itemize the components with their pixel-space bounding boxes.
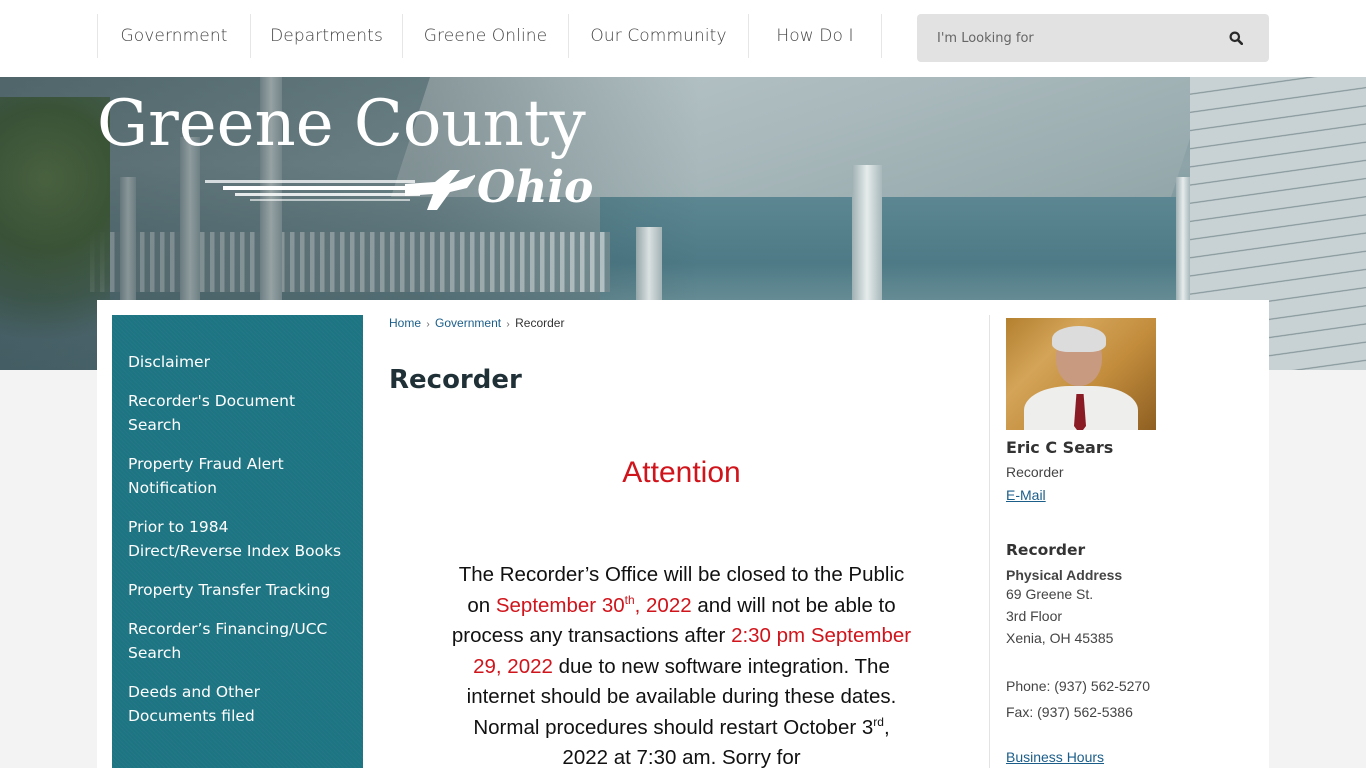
sidebar-item-fraud-alert[interactable]: Property Fraud Alert Notification [112,452,363,500]
notice-heading: Attention [622,456,741,489]
closure-notice: Attention The Recorder’s Office will be … [389,450,974,768]
nav-our-community[interactable]: Our Community [568,14,748,58]
page-title: Recorder [389,365,522,395]
sidebar-nav: Disclaimer Recorder's Document Search Pr… [112,315,363,768]
nav-departments[interactable]: Departments [250,14,402,58]
breadcrumb-separator: › [426,319,430,330]
notice-date-year: , 2022 [634,593,692,617]
breadcrumb: Home › Government › Recorder [389,316,564,330]
notice-body: The Recorder’s Office will be closed to … [389,560,974,768]
breadcrumb-separator: › [506,319,510,330]
sidebar-item-disclaimer[interactable]: Disclaimer [112,350,363,374]
nav-government[interactable]: Government [97,14,250,58]
fax-number: Fax: (937) 562-5386 [1006,704,1133,720]
recorder-photo [1006,318,1156,430]
sidebar-item-index-books[interactable]: Prior to 1984 Direct/Reverse Index Books [112,515,363,563]
phone-fax-block: Phone: (937) 562-5270 Fax: (937) 562-538… [1006,673,1256,725]
notice-restart-sup: rd [873,714,884,729]
site-search [917,14,1269,62]
search-input[interactable] [917,14,1203,62]
sidebar-item-transfer-tracking[interactable]: Property Transfer Tracking [112,578,363,602]
sidebar-item-ucc-search[interactable]: Recorder’s Financing/UCC Search [112,617,363,665]
breadcrumb-government[interactable]: Government [435,316,501,330]
email-link[interactable]: E-Mail [1006,487,1046,503]
nav-how-do-i[interactable]: How Do I [748,14,882,58]
logo-title: Greene County [97,87,586,161]
logo-subtitle: Ohio [477,162,594,213]
column-divider [989,315,990,768]
search-icon [1229,31,1243,45]
address-label: Physical Address [1006,567,1123,583]
sidebar-item-document-search[interactable]: Recorder's Document Search [112,389,363,437]
address-line: 3rd Floor [1006,608,1063,624]
top-bar: Government Departments Greene Online Our… [0,0,1366,77]
site-logo[interactable]: Greene County Ohio [97,87,593,213]
notice-date-sup: th [624,592,635,607]
sidebar-item-deeds[interactable]: Deeds and Other Documents filed [112,680,363,728]
contact-name: Eric C Sears [1006,438,1114,457]
business-hours-link[interactable]: Business Hours [1006,749,1104,765]
contact-sidebar: Eric C Sears Recorder E-Mail Recorder Ph… [1006,318,1256,767]
breadcrumb-home[interactable]: Home [389,316,421,330]
phone-number: Phone: (937) 562-5270 [1006,678,1150,694]
breadcrumb-current: Recorder [515,316,565,330]
contact-title: Recorder [1006,464,1064,480]
search-button[interactable] [1203,14,1269,62]
notice-date-closed: September 30th, 2022 [496,594,692,617]
nav-greene-online[interactable]: Greene Online [402,14,568,58]
content-panel: Disclaimer Recorder's Document Search Pr… [97,300,1269,768]
address-line: Xenia, OH 45385 [1006,630,1114,646]
notice-date-text: September 30 [495,593,625,617]
photo-hair [1052,326,1106,352]
main-nav: Government Departments Greene Online Our… [97,14,882,58]
department-title: Recorder [1006,541,1086,559]
jet-icon [205,170,475,210]
address-line: 69 Greene St. [1006,586,1094,602]
